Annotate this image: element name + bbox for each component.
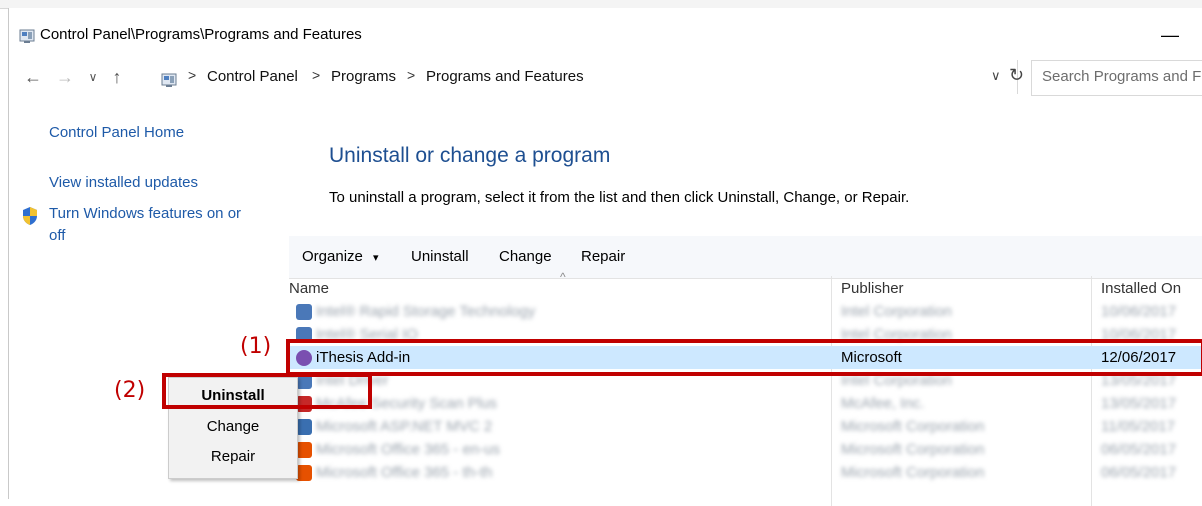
sidebar-item-windows-features[interactable]: Turn Windows features on or: [49, 203, 241, 225]
context-menu-repair[interactable]: Repair: [169, 445, 297, 469]
organize-label: Organize: [302, 248, 363, 265]
back-arrow-icon[interactable]: ←: [21, 66, 45, 88]
sidebar-item-windows-features-cont[interactable]: off: [49, 225, 65, 247]
chevron-down-icon: ▾: [373, 252, 379, 264]
breadcrumb-control-panel[interactable]: Control Panel: [207, 68, 298, 85]
control-panel-address-icon: [161, 73, 177, 87]
cell-installed-on: 06/05/2017: [1101, 441, 1177, 458]
cell-publisher: McAfee, Inc.: [841, 395, 925, 412]
repair-button[interactable]: Repair: [581, 248, 625, 265]
uninstall-button[interactable]: Uninstall: [411, 248, 469, 265]
program-icon: [296, 419, 312, 435]
cell-installed-on: 10/06/2017: [1101, 303, 1177, 320]
search-input[interactable]: [1032, 61, 1202, 92]
cell-installed-on: 06/05/2017: [1101, 464, 1177, 481]
up-arrow-icon[interactable]: ↑: [105, 66, 129, 88]
breadcrumb-separator: >: [188, 67, 197, 83]
shield-icon: [23, 207, 37, 225]
program-icon: [296, 465, 312, 481]
table-row[interactable]: McAfee Security Scan Plus McAfee, Inc. 13/…: [289, 392, 1202, 415]
window-title: Control Panel\Programs\Programs and Feat…: [40, 26, 362, 43]
cell-publisher: Microsoft Corporation: [841, 464, 985, 481]
table-row[interactable]: Microsoft Office 365 - th-th Microsoft Co…: [289, 461, 1202, 484]
column-header-name[interactable]: Name: [289, 280, 329, 302]
table-row[interactable]: Microsoft ASP.NET MVC 2 Microsoft Corpora…: [289, 415, 1202, 438]
cell-name: Microsoft Office 365 - th-th: [316, 464, 493, 481]
annotation-box-step-2: [162, 373, 372, 409]
breadcrumb-programs-and-features[interactable]: Programs and Features: [426, 68, 584, 85]
sidebar-item-control-panel-home[interactable]: Control Panel Home: [49, 124, 184, 141]
table-row[interactable]: Intel® Rapid Storage Technology Intel Cor…: [289, 300, 1202, 323]
annotation-label-step-2: (2): [114, 378, 146, 403]
page-title: Uninstall or change a program: [329, 144, 611, 167]
minimize-button[interactable]: —: [1155, 20, 1185, 50]
cell-name: Microsoft Office 365 - en-us: [316, 441, 500, 458]
column-header-installed-on[interactable]: Installed On: [1101, 280, 1181, 302]
breadcrumb-separator: >: [407, 67, 416, 83]
address-bar: ← → ∨ ↑ > Control Panel > Programs > Pro…: [9, 60, 1202, 96]
cell-publisher: Microsoft Corporation: [841, 441, 985, 458]
refresh-icon[interactable]: ↻: [1009, 65, 1024, 86]
page-subtitle: To uninstall a program, select it from t…: [329, 189, 910, 206]
command-toolbar: Organize ▾ Uninstall Change Repair: [289, 236, 1202, 279]
cell-publisher: Microsoft Corporation: [841, 418, 985, 435]
sidebar-item-view-installed-updates[interactable]: View installed updates: [49, 174, 198, 191]
cell-installed-on: 13/05/2017: [1101, 395, 1177, 412]
cell-publisher: Intel Corporation: [841, 303, 952, 320]
breadcrumb-separator: >: [312, 67, 321, 83]
program-icon: [296, 304, 312, 320]
column-header-publisher[interactable]: Publisher: [841, 280, 904, 302]
programs-and-features-window: Control Panel\Programs\Programs and Feat…: [8, 8, 1202, 506]
annotation-label-step-1: (1): [240, 334, 272, 359]
sort-ascending-icon: ^: [560, 270, 566, 284]
cell-name: Intel® Rapid Storage Technology: [316, 303, 536, 320]
control-panel-icon: [19, 29, 35, 43]
cell-installed-on: 11/05/2017: [1101, 418, 1175, 435]
search-box: [1031, 60, 1202, 96]
organize-button[interactable]: Organize ▾: [302, 248, 379, 265]
context-menu-change[interactable]: Change: [169, 415, 297, 439]
change-button[interactable]: Change: [499, 248, 552, 265]
cell-name: Microsoft ASP.NET MVC 2: [316, 418, 493, 435]
program-icon: [296, 442, 312, 458]
forward-arrow-icon[interactable]: →: [53, 66, 77, 88]
address-dropdown-icon[interactable]: ∨: [991, 68, 1001, 84]
breadcrumb-programs[interactable]: Programs: [331, 68, 396, 85]
annotation-box-step-1: [286, 339, 1202, 376]
table-row[interactable]: Microsoft Office 365 - en-us Microsoft Co…: [289, 438, 1202, 461]
title-bar: Control Panel\Programs\Programs and Feat…: [9, 8, 1202, 56]
recent-locations-chevron-icon[interactable]: ∨: [81, 66, 105, 88]
